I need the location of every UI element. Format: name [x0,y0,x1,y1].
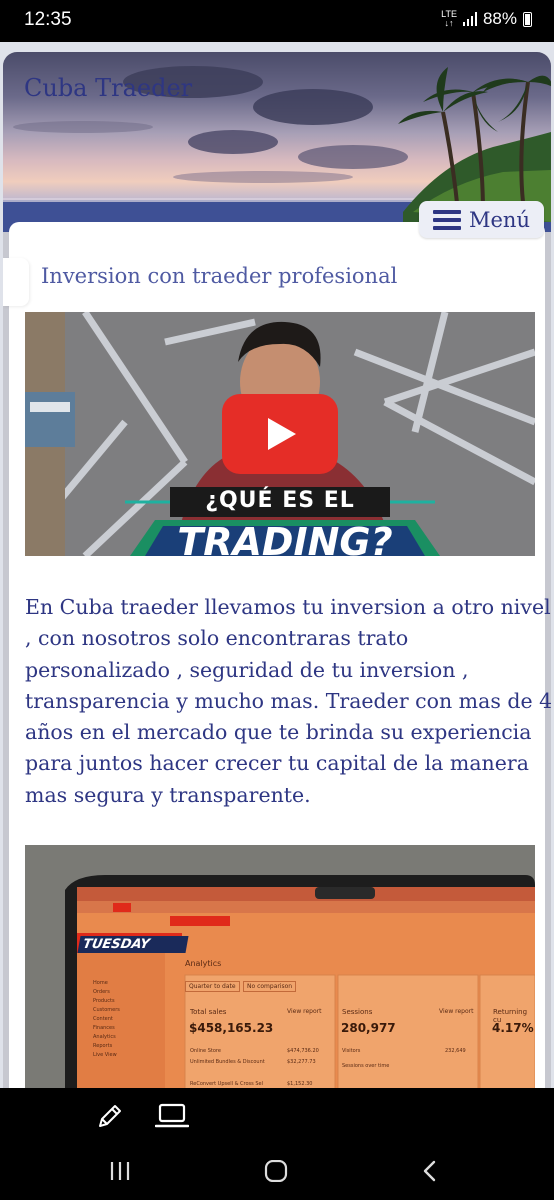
web-page: Cuba Traeder Menú Inversion con traeder … [3,52,551,1088]
menu-label: Menú [469,207,530,232]
post-title: Inversion con traeder profesional [41,264,398,288]
pencil-icon[interactable] [95,1101,125,1131]
back-icon[interactable] [420,1160,440,1182]
hamburger-icon [433,209,461,230]
side-nav-item: Finances [93,1025,115,1031]
total-sales-value: $458,165.23 [189,1021,274,1035]
play-icon [268,418,296,450]
reconvert-label: ReConvert Upsell & Cross Sel [190,1081,263,1087]
side-nav-item: Live View [93,1052,117,1058]
system-nav-bar [0,1142,554,1200]
online-store-value: $474,736.20 [287,1048,319,1054]
side-nav-item: Content [93,1016,113,1022]
side-nav-item: Reports [93,1043,113,1049]
side-nav-item: Analytics [93,1034,116,1040]
paragraph-line: En Cuba traeder llevamos tu inversion a … [25,595,551,619]
paragraph-line: transparencia y mucho mas. Traeder con m… [25,688,551,713]
laptop-filter-1: Quarter to date [185,981,240,992]
youtube-play-button[interactable] [222,394,338,474]
battery-icon [523,11,532,27]
browser-viewport[interactable]: Cuba Traeder Menú Inversion con traeder … [0,42,554,1088]
visitors-label: Visitors [342,1048,361,1054]
battery-percent: 88% [482,9,517,28]
sessions-over-time: Sessions over time [342,1063,390,1069]
bundles-label: Unlimited Bundles & Discount [190,1059,265,1065]
video-caption-bottom: TRADING? [177,520,393,556]
laptop-side-nav: Home Orders Products Customers Content F… [93,979,120,1060]
visitors-value: 232,649 [445,1048,466,1054]
laptop-filter-2: No comparison [243,981,297,992]
home-icon[interactable] [264,1160,288,1182]
status-right: LTE ↓↑ 88% [441,9,532,29]
reconvert-value: $1,152.30 [287,1081,313,1087]
total-sales-label: Total sales [190,1008,227,1016]
paragraph-line: , con nosotros solo encontraras trato [25,626,409,651]
paragraph-line: años en el mercado que te brinda su expe… [25,720,532,745]
returning-value: 4.17% [492,1021,534,1035]
menu-button[interactable]: Menú [419,201,544,238]
side-tab[interactable] [3,258,29,306]
side-nav-item: Products [93,998,115,1004]
youtube-video[interactable]: ¿QUÉ ES EL TRADING? [25,312,535,556]
sessions-label: Sessions [342,1008,373,1016]
bundles-value: $32,277.73 [287,1059,316,1065]
bottom-toolbar [0,1088,554,1142]
sessions-view-report: View report [439,1008,474,1015]
site-title[interactable]: Cuba Traeder [24,74,192,102]
status-bar: 12:35 LTE ↓↑ 88% [0,0,554,42]
sessions-value: 280,977 [341,1021,396,1035]
laptop-analytics-image: TUESDAY Analytics Quarter to date No com… [25,845,535,1088]
laptop-icon[interactable] [155,1102,189,1130]
paragraph-line: personalizado , seguridad de tu inversio… [25,657,469,682]
side-nav-item: Customers [93,1007,120,1013]
laptop-section: Analytics [185,959,222,968]
paragraph-line: para juntos hacer crecer tu capital de l… [25,751,529,776]
laptop-brand: TUESDAY [77,936,189,953]
side-nav-item: Home [93,980,108,986]
online-store-label: Online Store [190,1048,221,1054]
recent-apps-icon[interactable] [108,1160,132,1182]
post-paragraph: En Cuba traeder llevamos tu inversion a … [25,592,551,811]
video-caption-top: ¿QUÉ ES EL [205,488,355,513]
view-report: View report [287,1008,322,1015]
paragraph-line: mas segura y transparente. [25,782,311,807]
signal-icon [462,12,477,26]
side-nav-item: Orders [93,989,110,995]
lte-indicator: LTE ↓↑ [441,9,457,28]
status-time: 12:35 [24,9,72,30]
